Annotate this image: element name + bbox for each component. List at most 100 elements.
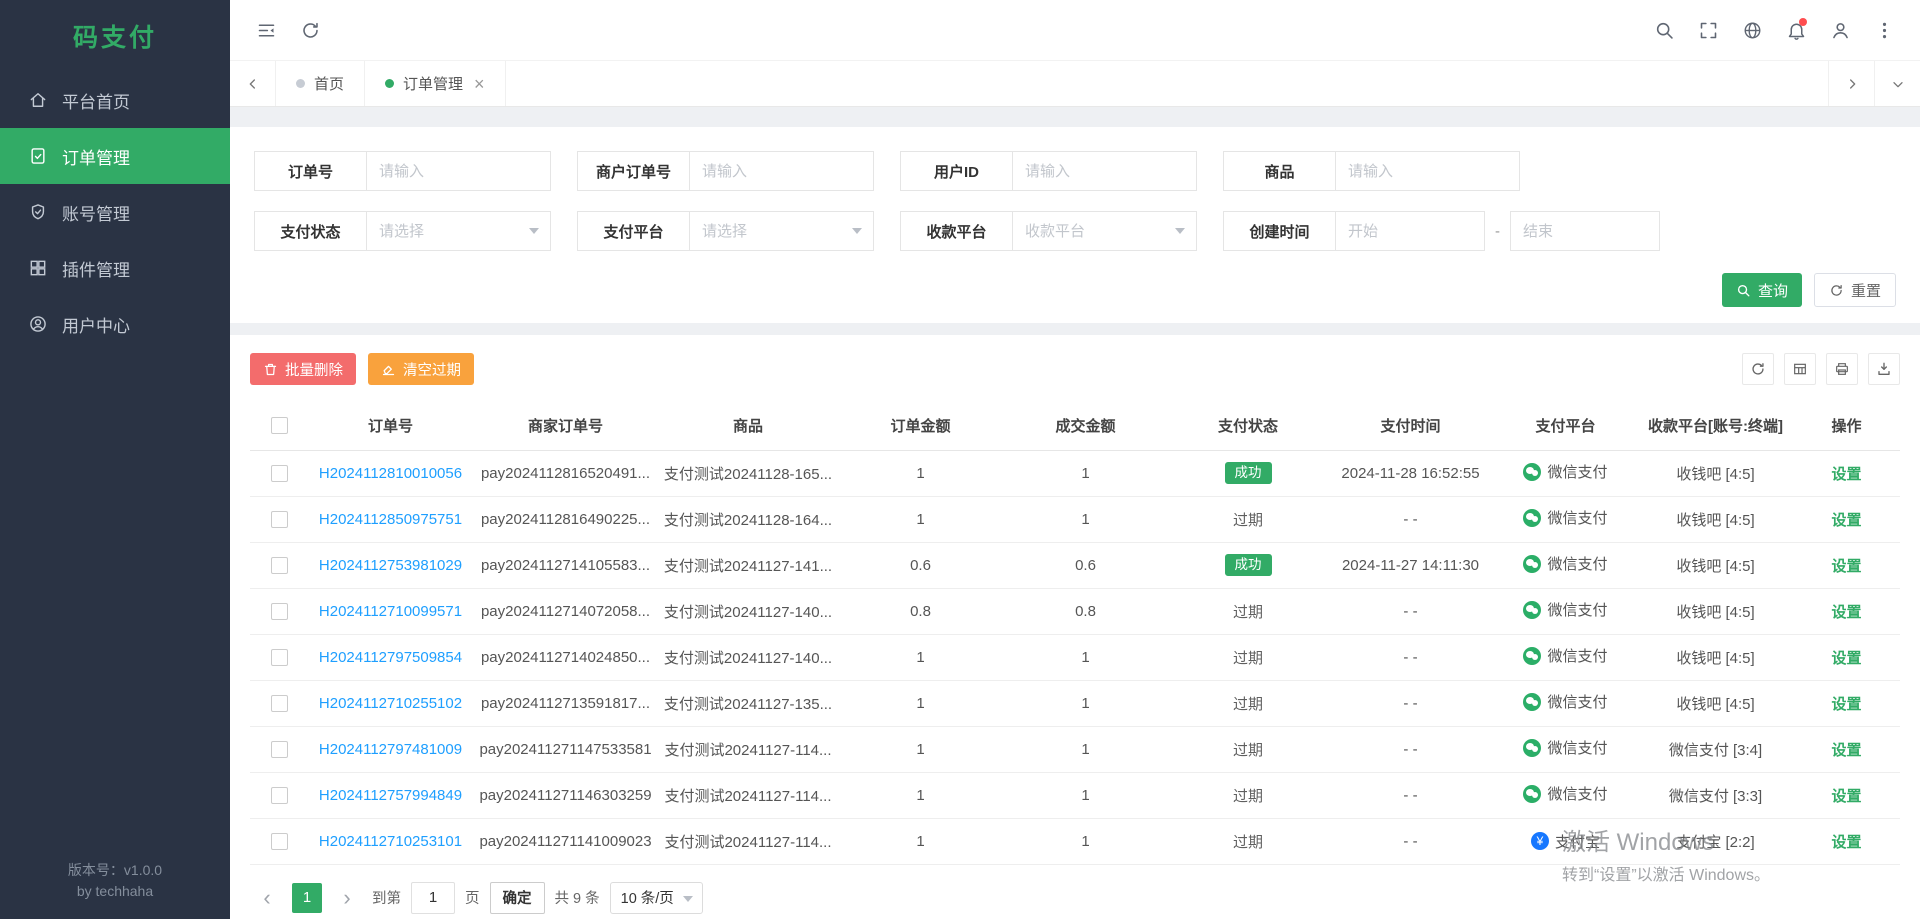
settings-link[interactable]: 设置 [1831,512,1861,529]
row-checkbox[interactable] [271,695,288,712]
end-date-input[interactable] [1510,211,1660,251]
status-text-expired: 过期 [1233,650,1263,667]
eraser-icon [381,362,396,377]
col-header-pay-platform: 支付平台 [1493,401,1638,450]
product-name: 支付测试20241128-165... [658,450,838,496]
order-no-link[interactable]: H2024112757994849 [319,787,462,804]
settings-link[interactable]: 设置 [1831,834,1861,851]
order-no-link[interactable]: H2024112850975751 [319,511,462,528]
toolbar-left: 批量删除 清空过期 [250,353,474,385]
row-checkbox[interactable] [271,603,288,620]
sidebar-item-label: 账号管理 [62,200,130,225]
next-page-button[interactable]: › [332,883,362,913]
row-checkbox[interactable] [271,511,288,528]
user-avatar-icon[interactable] [1820,10,1860,50]
search-icon[interactable] [1644,10,1684,50]
pay-platform-select[interactable] [689,211,874,251]
batch-delete-button[interactable]: 批量删除 [250,353,356,385]
table-toolbar: 批量删除 清空过期 [250,353,1900,385]
order-no-link[interactable]: H2024112710099571 [319,603,462,620]
filter-label: 商户订单号 [577,151,689,191]
confirm-page-button[interactable]: 确定 [490,882,545,914]
current-page-button[interactable]: 1 [292,883,322,913]
order-no-link[interactable]: H2024112753981029 [319,557,462,574]
filter-row-2: 支付状态 支付平台 收款平台 创建时间 - [254,211,1896,251]
wechat-pay-icon [1523,601,1541,619]
row-checkbox[interactable] [271,833,288,850]
order-no-link[interactable]: H2024112710255102 [319,695,462,712]
fullscreen-icon[interactable] [1688,10,1728,50]
tabs-menu-chevron-down-icon[interactable] [1874,61,1920,106]
status-text-expired: 过期 [1233,742,1263,759]
order-amount: 1 [838,772,1003,818]
order-no-input[interactable] [366,151,551,191]
merchant-order-no: pay202411271147533581 [473,726,658,772]
row-checkbox[interactable] [271,557,288,574]
settings-link[interactable]: 设置 [1831,650,1861,667]
collection-platform: 收钱吧 [4:5] [1638,634,1793,680]
clear-expired-button[interactable]: 清空过期 [368,353,474,385]
order-no-link[interactable]: H2024112810010056 [319,465,462,482]
version-info: 版本号：v1.0.0 by techhaha [0,860,230,919]
row-checkbox[interactable] [271,649,288,666]
tab-home[interactable]: 首页 [276,61,365,106]
tabs-scroll-left-icon[interactable] [230,61,276,106]
pay-status-select[interactable] [366,211,551,251]
user-id-input[interactable] [1012,151,1197,191]
row-checkbox[interactable] [271,465,288,482]
sidebar-item-user-center[interactable]: 用户中心 [0,296,230,352]
filter-label: 创建时间 [1223,211,1335,251]
collapse-menu-icon[interactable] [246,10,286,50]
settings-link[interactable]: 设置 [1831,558,1861,575]
page-size-select[interactable]: 10 条/页 [610,882,703,914]
paid-amount: 1 [1003,634,1168,680]
collection-platform-select[interactable] [1012,211,1197,251]
prev-page-button[interactable]: ‹ [252,883,282,913]
tab-active-dot-icon [385,79,394,88]
sidebar-item-plugin-management[interactable]: 插件管理 [0,240,230,296]
col-header-pay-time: 支付时间 [1328,401,1493,450]
goto-page-input[interactable] [411,882,455,914]
settings-link[interactable]: 设置 [1831,742,1861,759]
merchant-order-no: pay2024112713591817... [473,680,658,726]
order-no-link[interactable]: H2024112797481009 [319,741,462,758]
settings-link[interactable]: 设置 [1831,696,1861,713]
table-columns-icon[interactable] [1784,353,1816,385]
refresh-icon[interactable] [290,10,330,50]
sidebar-item-label: 用户中心 [62,312,130,337]
settings-link[interactable]: 设置 [1831,604,1861,621]
select-all-checkbox[interactable] [271,417,288,434]
start-date-input[interactable] [1335,211,1485,251]
more-kebab-icon[interactable] [1864,10,1904,50]
reset-button[interactable]: 重置 [1814,273,1896,307]
col-header-pay-status: 支付状态 [1168,401,1328,450]
table-refresh-icon[interactable] [1742,353,1774,385]
order-no-link[interactable]: H2024112710253101 [319,833,462,850]
merchant-order-no-input[interactable] [689,151,874,191]
pay-time: - - [1328,634,1493,680]
user-circle-icon [28,314,48,334]
trash-icon [263,362,278,377]
sidebar-item-order-management[interactable]: 订单管理 [0,128,230,184]
language-globe-icon[interactable] [1732,10,1772,50]
tab-order-management[interactable]: 订单管理 × [365,61,506,106]
sidebar-item-platform-home[interactable]: 平台首页 [0,72,230,128]
product-name: 支付测试20241127-114... [658,772,838,818]
table-row: H2024112710255102pay2024112713591817...支… [250,680,1900,726]
search-button[interactable]: 查询 [1722,273,1802,307]
settings-link[interactable]: 设置 [1831,466,1861,483]
export-download-icon[interactable] [1868,353,1900,385]
row-checkbox[interactable] [271,741,288,758]
product-input[interactable] [1335,151,1520,191]
close-tab-icon[interactable]: × [474,75,485,93]
tabs-scroll-right-icon[interactable] [1828,61,1874,106]
settings-link[interactable]: 设置 [1831,788,1861,805]
col-header-product: 商品 [658,401,838,450]
notifications-bell-icon[interactable] [1776,10,1816,50]
collection-platform: 收钱吧 [4:5] [1638,588,1793,634]
order-no-link[interactable]: H2024112797509854 [319,649,462,666]
sidebar-item-account-management[interactable]: 账号管理 [0,184,230,240]
print-icon[interactable] [1826,353,1858,385]
status-badge-success: 成功 [1225,554,1272,576]
row-checkbox[interactable] [271,787,288,804]
